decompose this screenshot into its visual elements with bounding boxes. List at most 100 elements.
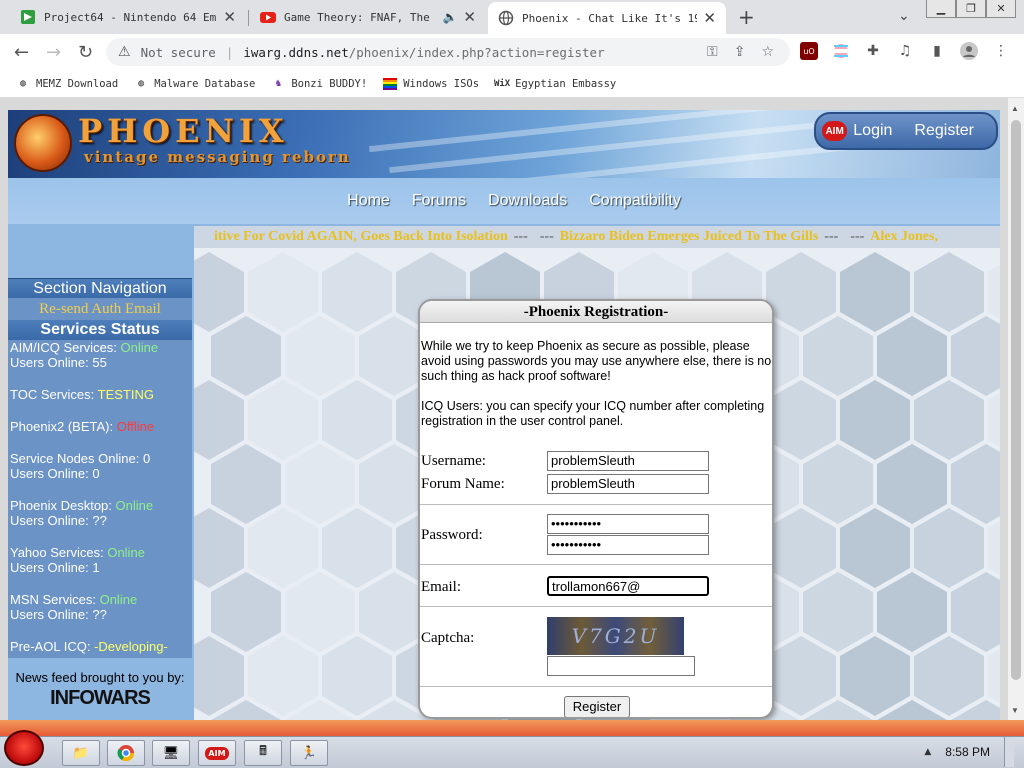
phoenix-logo-icon[interactable] — [14, 114, 72, 172]
username-field[interactable]: problemSleuth — [547, 451, 709, 471]
infowars-logo[interactable]: INFOWARS — [8, 687, 192, 710]
close-window-button[interactable]: ✕ — [986, 0, 1016, 18]
share-icon[interactable]: ⇪ — [734, 44, 746, 60]
address-bar[interactable]: ⚠ Not secure | iwarg.ddns.net /phoenix/i… — [106, 38, 790, 66]
calculator-icon[interactable]: 🖩 — [244, 740, 282, 766]
key-icon[interactable]: ⚿ — [707, 44, 718, 60]
bookmark-malware-database[interactable]: ◍ Malware Database — [134, 77, 255, 91]
icq-notice: ICQ Users: you can specify your ICQ numb… — [421, 399, 765, 428]
password-field[interactable]: ••••••••••• — [547, 514, 709, 534]
star-icon[interactable]: ☆ — [761, 44, 774, 60]
show-desktop-button[interactable] — [1004, 737, 1014, 767]
service-status: Offline — [116, 419, 155, 434]
newsfeed-label: News feed brought to you by: — [15, 670, 185, 685]
divider — [420, 564, 772, 565]
scroll-up-icon[interactable]: ▲ — [1011, 104, 1019, 113]
close-icon[interactable]: ✕ — [223, 8, 236, 26]
profile-avatar-icon[interactable] — [960, 42, 978, 60]
side-panel-icon[interactable]: ▮ — [928, 42, 946, 60]
service-toc: TOC Services: TESTING — [10, 387, 192, 402]
bonzi-icon: ♞ — [275, 78, 282, 89]
warning-triangle-icon[interactable]: ⚠ — [118, 44, 131, 60]
newsfeed-credit: News feed brought to you by: INFOWARS — [8, 668, 192, 720]
hexagon-tile — [951, 444, 1000, 524]
clock[interactable]: 8:58 PM — [945, 745, 990, 759]
wix-icon: WiX — [493, 78, 511, 89]
hexagon-tile — [877, 316, 947, 396]
aim-taskbar-icon[interactable]: AIM — [198, 740, 236, 766]
tab-project64[interactable]: Project64 - Nintendo 64 Emula ✕ — [10, 0, 246, 34]
menu-forums[interactable]: Forums — [412, 192, 466, 210]
bookmark-windows-isos[interactable]: Windows ISOs — [383, 77, 479, 91]
puzzle-icon[interactable]: ✚ — [864, 42, 882, 60]
services-status-list: AIM/ICQ Services: Online Users Online: 55… — [8, 340, 192, 658]
media-queue-icon[interactable]: ♫ — [896, 42, 914, 60]
email-label: Email: — [421, 579, 461, 595]
main-menu: Home Forums Downloads Compatibility — [8, 178, 1000, 224]
service-status: Online — [115, 498, 154, 513]
registration-form: -Phoenix Registration- While we try to k… — [418, 299, 774, 719]
password-confirm-field[interactable]: ••••••••••• — [547, 535, 709, 555]
bookmark-memz[interactable]: ◍ MEMZ Download — [16, 77, 118, 91]
start-button-angry-bird-icon[interactable] — [4, 730, 44, 766]
hexagon-tile — [840, 636, 910, 716]
tray-expand-icon[interactable]: ▲ — [924, 747, 931, 757]
close-icon[interactable]: ✕ — [463, 8, 476, 26]
chrome-icon[interactable] — [107, 740, 145, 766]
tab-search-chevron-icon[interactable]: ⌄ — [898, 7, 910, 24]
bookmark-label: Malware Database — [154, 77, 256, 90]
news-ticker[interactable]: itive For Covid AGAIN, Goes Back Into Is… — [194, 226, 1000, 248]
forum-name-field[interactable]: problemSleuth — [547, 474, 709, 494]
hexagon-tile — [803, 572, 873, 652]
ublock-icon[interactable]: uO — [800, 42, 818, 60]
ticker-item[interactable]: Bizzaro Biden Emerges Juiced To The Gill… — [560, 229, 819, 245]
registration-title: -Phoenix Registration- — [420, 301, 772, 323]
email-field[interactable]: trollamon667@ — [547, 576, 709, 596]
hexagon-tile — [322, 508, 392, 588]
hexagon-tile — [285, 316, 355, 396]
service-status: Online — [107, 545, 145, 560]
reload-icon[interactable]: ↻ — [78, 42, 93, 63]
menu-home[interactable]: Home — [347, 192, 390, 210]
restore-button[interactable]: ❐ — [956, 0, 986, 18]
project64-taskbar-icon[interactable]: 🖥 — [152, 740, 190, 766]
new-tab-button[interactable]: + — [738, 5, 755, 29]
close-icon[interactable]: ✕ — [703, 9, 716, 27]
ticker-separator: --- — [824, 229, 839, 244]
scroll-thumb[interactable] — [1011, 120, 1021, 680]
menu-downloads[interactable]: Downloads — [488, 192, 567, 210]
captcha-field[interactable] — [547, 656, 695, 676]
url-path: /phoenix/index.php?action=register — [348, 44, 605, 60]
ticker-item[interactable]: itive For Covid AGAIN, Goes Back Into Is… — [214, 229, 508, 245]
site-logo-text[interactable]: PHOENIX — [78, 112, 289, 150]
speaker-icon[interactable]: 🔈 — [442, 10, 457, 24]
hexagon-tile — [211, 444, 281, 524]
register-link[interactable]: Register — [914, 122, 974, 140]
bookmark-bonzi[interactable]: ♞ Bonzi BUDDY! — [271, 77, 367, 91]
back-arrow-icon[interactable]: ← — [14, 42, 29, 63]
bookmark-egyptian-embassy[interactable]: WiX Egyptian Embassy — [493, 77, 616, 91]
page-scrollbar[interactable]: ▲ ▼ — [1008, 98, 1024, 720]
hexagon-tile — [322, 380, 392, 460]
menu-compatibility[interactable]: Compatibility — [589, 192, 681, 210]
youtube-icon — [260, 12, 276, 23]
hexagon-tile — [248, 636, 318, 716]
register-submit-button[interactable]: Register — [564, 696, 630, 717]
forward-arrow-icon[interactable]: → — [46, 42, 61, 63]
aim-account-bar: AIM Login Register — [814, 112, 998, 150]
resend-auth-email-link[interactable]: Re-send Auth Email — [8, 298, 192, 320]
service-label: Service Nodes Online: 0 — [10, 451, 151, 466]
scroll-down-icon[interactable]: ▼ — [1011, 706, 1019, 715]
hexagon-tile — [194, 252, 244, 332]
pride-flag-icon[interactable] — [832, 42, 850, 60]
tab-phoenix[interactable]: Phoenix - Chat Like It's 1999 ✕ — [488, 2, 726, 34]
minimize-button[interactable]: ▁ — [926, 0, 956, 18]
file-explorer-icon[interactable]: 📁 — [62, 740, 100, 766]
running-man-icon[interactable]: 🏃 — [290, 740, 328, 766]
divider — [420, 606, 772, 607]
kebab-menu-icon[interactable]: ⋮ — [992, 42, 1010, 60]
ticker-item[interactable]: Alex Jones, — [870, 229, 938, 245]
hexagon-tile — [285, 572, 355, 652]
login-link[interactable]: Login — [853, 122, 892, 140]
tab-game-theory[interactable]: Game Theory: FNAF, The Fi 🔈 ✕ — [250, 0, 486, 34]
